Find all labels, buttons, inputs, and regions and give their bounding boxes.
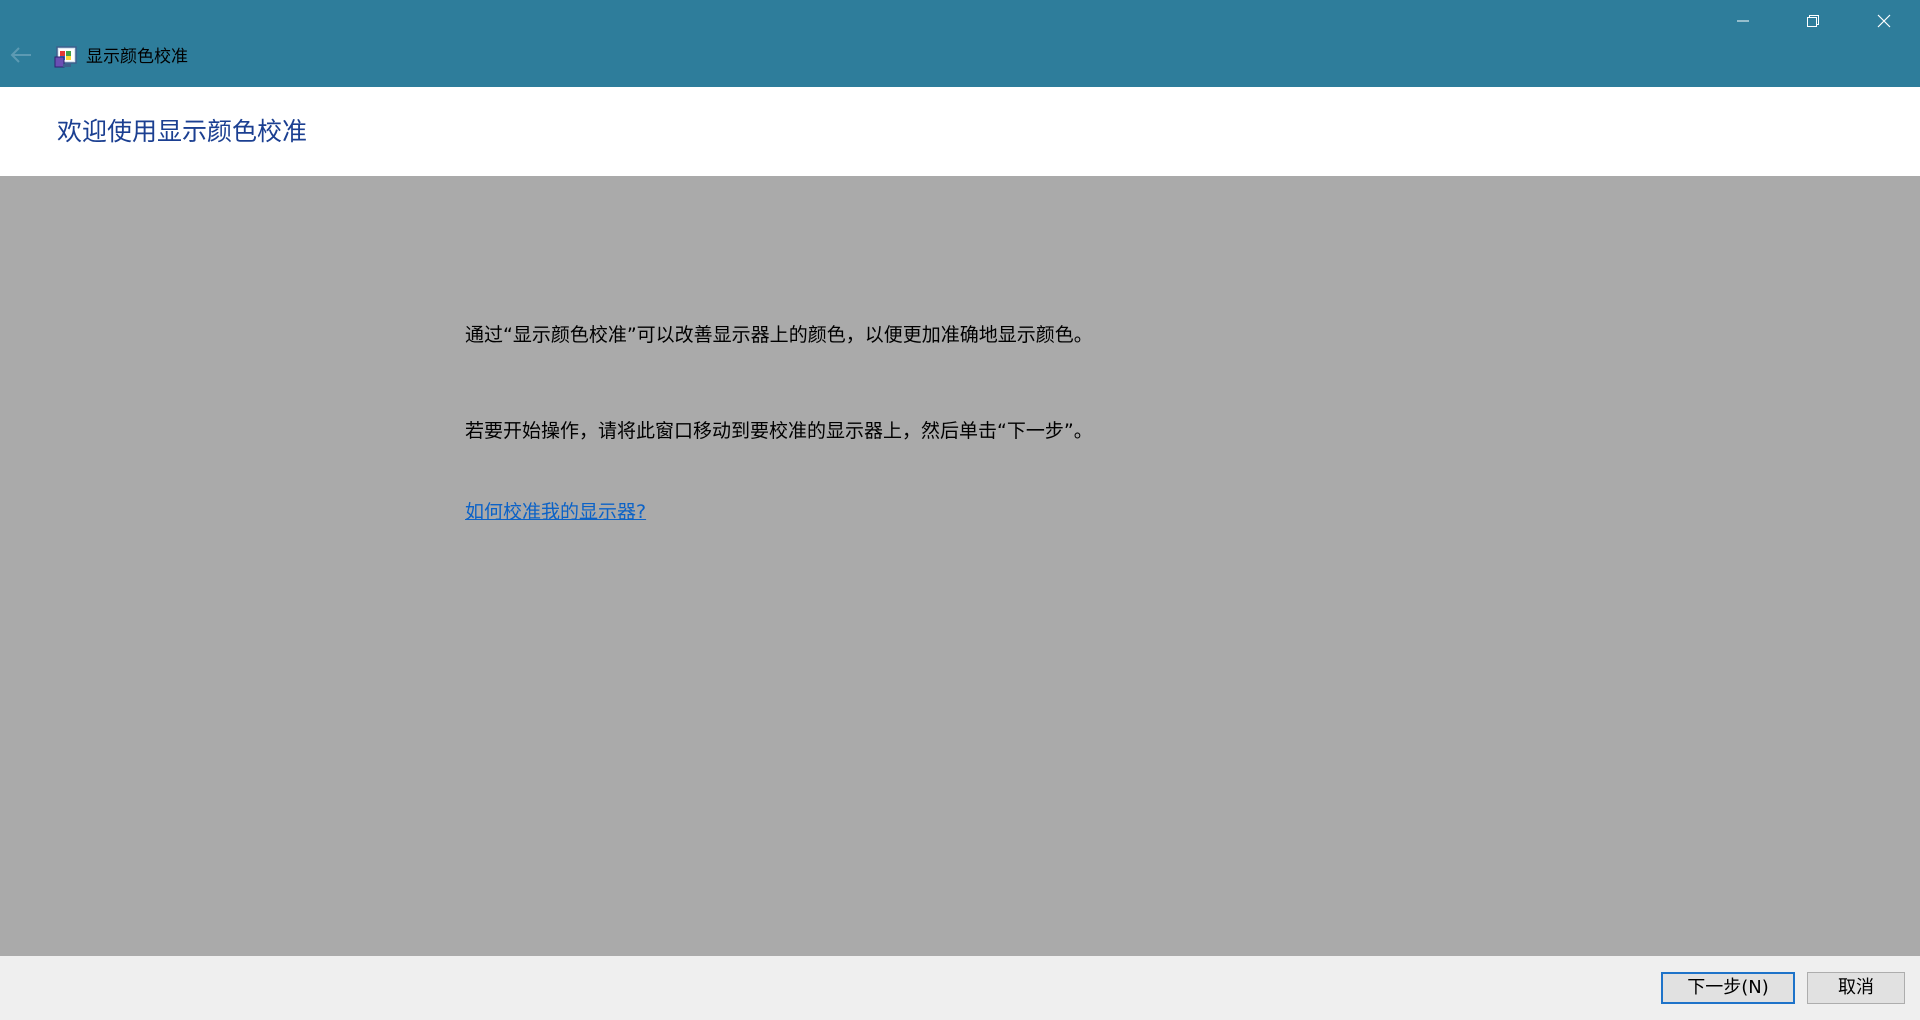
title-bar[interactable]: 显示颜色校准 xyxy=(0,0,1920,87)
restore-button[interactable] xyxy=(1778,0,1848,44)
back-button[interactable] xyxy=(8,44,34,70)
calibration-window: 显示颜色校准 欢迎使用显示颜色校准 通过“显示颜色校准”可以改善显示器上的颜色，… xyxy=(0,0,1920,1020)
footer-bar: 下一步(N) 取消 xyxy=(0,956,1920,1020)
help-link[interactable]: 如何校准我的显示器? xyxy=(465,499,646,525)
restore-icon xyxy=(1806,13,1820,32)
cancel-button[interactable]: 取消 xyxy=(1807,972,1905,1004)
window-title: 显示颜色校准 xyxy=(86,47,188,67)
next-button[interactable]: 下一步(N) xyxy=(1661,972,1795,1004)
main-content: 通过“显示颜色校准”可以改善显示器上的颜色，以便更加准确地显示颜色。 若要开始操… xyxy=(0,176,1920,956)
intro-text: 通过“显示颜色校准”可以改善显示器上的颜色，以便更加准确地显示颜色。 xyxy=(465,324,1093,346)
page-title: 欢迎使用显示颜色校准 xyxy=(57,117,308,146)
instruction-text: 若要开始操作，请将此窗口移动到要校准的显示器上，然后单击“下一步”。 xyxy=(465,420,1093,442)
header-band: 欢迎使用显示颜色校准 xyxy=(0,87,1920,176)
close-button[interactable] xyxy=(1848,0,1920,44)
close-icon xyxy=(1877,13,1891,32)
color-calibration-icon xyxy=(54,45,78,69)
back-arrow-icon xyxy=(10,47,32,67)
minimize-button[interactable] xyxy=(1708,0,1778,44)
minimize-icon xyxy=(1736,13,1750,32)
